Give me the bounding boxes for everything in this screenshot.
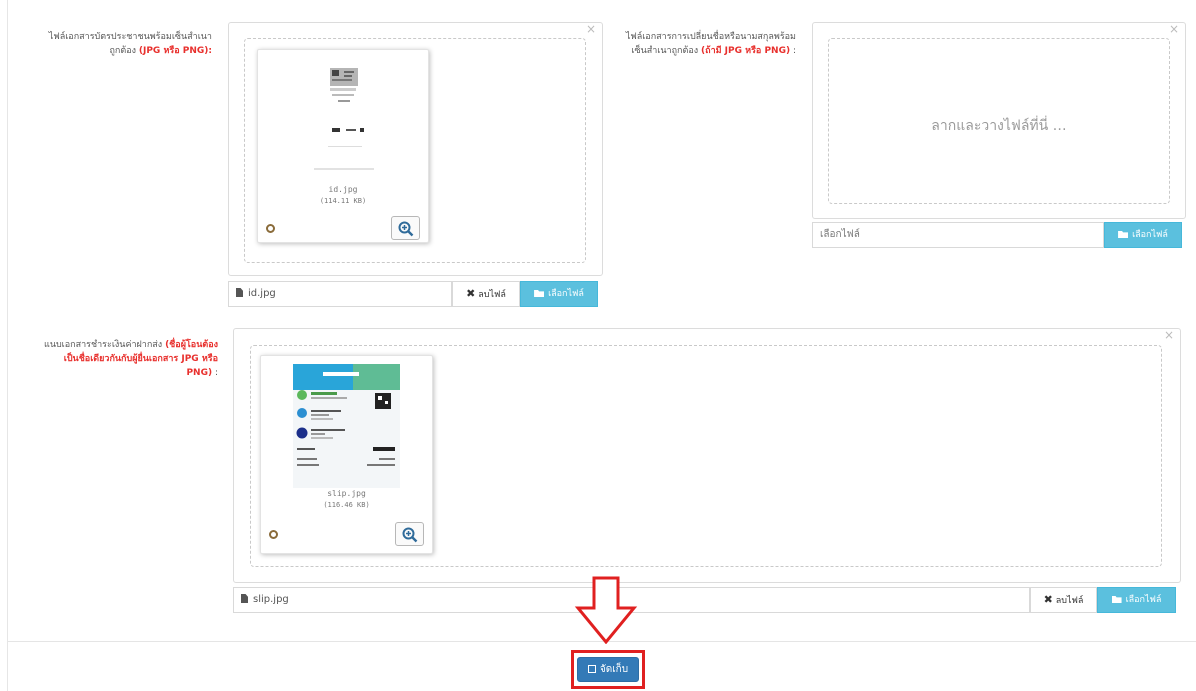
payment-slip-upload-box: × slip.jpg (116.46 KB) xyxy=(233,328,1181,583)
choose-file-button[interactable]: เลือกไฟล์ xyxy=(1104,222,1182,248)
id-card-file-bar: id.jpg ✖ ลบไฟล์ เลือกไฟล์ xyxy=(228,281,598,307)
zoom-button[interactable] xyxy=(391,216,420,240)
name-change-drop-zone[interactable]: ลากและวางไฟล์ที่นี่ … xyxy=(828,38,1170,204)
choose-file-button[interactable]: เลือกไฟล์ xyxy=(520,281,598,307)
choose-file-button[interactable]: เลือกไฟล์ xyxy=(1097,587,1176,613)
close-icon[interactable]: × xyxy=(586,22,596,36)
drop-zone-text: ลากและวางไฟล์ที่นี่ … xyxy=(931,118,1067,134)
file-icon xyxy=(236,288,243,297)
id-card-file-name: id.jpg xyxy=(328,185,358,194)
remove-icon: ✖ xyxy=(1043,593,1053,606)
zoom-in-icon xyxy=(402,527,418,543)
id-card-thumbnail: id.jpg (114.11 KB) xyxy=(257,49,429,243)
id-card-file-size: (114.11 KB) xyxy=(319,197,367,205)
name-change-label: ไฟล์เอกสารการเปลี่ยนชื่อหรือนามสกุลพร้อม… xyxy=(625,32,796,56)
delete-file-button[interactable]: ✖ ลบไฟล์ xyxy=(452,281,520,307)
name-change-file-input[interactable]: เลือกไฟล์ xyxy=(812,222,1104,248)
name-change-file-bar: เลือกไฟล์ เลือกไฟล์ xyxy=(812,222,1182,248)
payment-slip-thumbnail: slip.jpg (116.46 KB) xyxy=(260,355,433,554)
payment-slip-drop-zone[interactable]: slip.jpg (116.46 KB) xyxy=(250,345,1162,567)
folder-open-icon xyxy=(1118,231,1129,238)
id-card-upload-box: × id.jpg (114.11 KB) xyxy=(228,22,603,276)
id-card-drop-zone[interactable]: id.jpg (114.11 KB) xyxy=(244,38,586,263)
drag-handle-icon[interactable] xyxy=(269,530,278,539)
drag-handle-icon[interactable] xyxy=(266,224,275,233)
id-card-preview-image xyxy=(274,58,412,183)
file-icon xyxy=(241,594,248,603)
save-button[interactable]: จัดเก็บ xyxy=(577,657,639,682)
delete-file-button[interactable]: ✖ ลบไฟล์ xyxy=(1030,587,1097,613)
save-icon xyxy=(587,665,596,673)
payment-slip-file-size: (116.46 KB) xyxy=(323,501,370,509)
close-icon[interactable]: × xyxy=(1169,22,1179,36)
payment-slip-file-name: slip.jpg xyxy=(327,489,366,498)
folder-open-icon xyxy=(1111,596,1122,603)
zoom-in-icon xyxy=(398,221,414,237)
id-card-label: ไฟล์เอกสารบัตรประชาชนพร้อมเซ็นสำเนาถูกต้… xyxy=(48,32,212,56)
down-arrow-annotation-icon xyxy=(574,576,638,644)
left-divider xyxy=(7,0,8,691)
payment-slip-label: แนบเอกสารชำระเงินค่าฝากส่ง (ชื่อผู้โอนต้… xyxy=(44,340,218,378)
payment-slip-preview-image xyxy=(293,364,400,488)
remove-icon: ✖ xyxy=(466,287,476,300)
payment-slip-file-bar: slip.jpg ✖ ลบไฟล์ เลือกไฟล์ xyxy=(233,587,1176,613)
zoom-button[interactable] xyxy=(395,522,424,546)
id-card-file-input[interactable]: id.jpg xyxy=(228,281,452,307)
name-change-upload-box: × ลากและวางไฟล์ที่นี่ … xyxy=(812,22,1186,219)
close-icon[interactable]: × xyxy=(1164,328,1174,342)
folder-open-icon xyxy=(534,290,545,297)
